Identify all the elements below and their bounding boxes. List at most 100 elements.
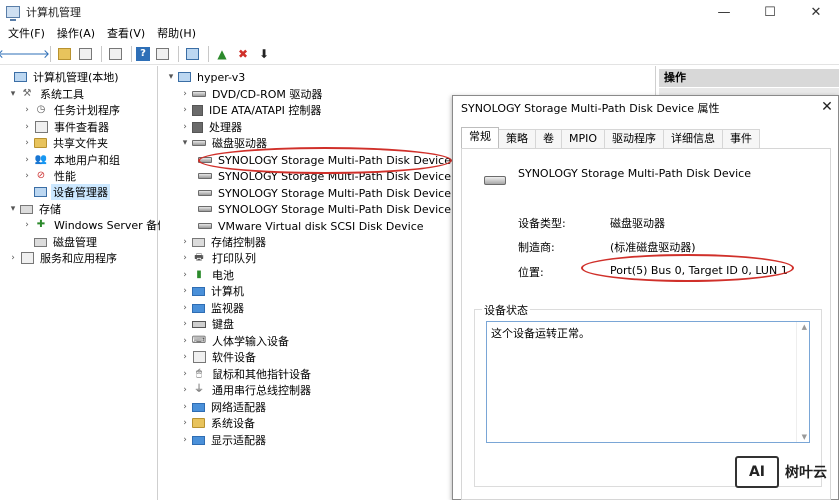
tree-expander[interactable]: › [180,385,190,395]
tree-item-storage[interactable]: ▾ 存储 [8,201,63,217]
device-category[interactable]: › 计算机 [180,283,246,299]
status-scrollbar[interactable] [796,322,809,442]
device-status-textbox[interactable]: 这个设备运转正常。 ▲ ▼ [486,321,810,443]
tab-mpio[interactable]: MPIO [561,129,606,148]
device-item[interactable]: SYNOLOGY Storage Multi-Path Disk Device [196,168,453,184]
tree-expander[interactable]: › [180,253,190,263]
device-category[interactable]: › 网络适配器 [180,399,268,415]
action-pane-icon[interactable] [153,45,171,63]
tree-item-windows-server-backup[interactable]: › ✚ Windows Server 备份 [22,217,170,233]
device-category[interactable]: › ⌨ 人体学输入设备 [180,333,291,349]
device-category[interactable]: › ⏚ 通用串行总线控制器 [180,382,313,398]
scroll-up-icon[interactable]: ▲ [802,323,807,331]
tree-item-performance[interactable]: › ⊘ 性能 [22,168,78,184]
device-item[interactable]: VMware Virtual disk SCSI Disk Device [196,218,426,234]
device-manager-icon [34,187,47,197]
tree-expander[interactable]: › [22,122,32,132]
tree-expander[interactable]: ▾ [8,89,18,99]
menu-file[interactable]: 文件(F) [0,24,51,43]
scan-hardware-icon[interactable] [183,45,201,63]
device-category[interactable]: › 软件设备 [180,349,258,365]
tree-item-label: Windows Server 备份 [54,219,169,232]
tree-expander[interactable]: › [180,336,190,346]
location-value: Port(5) Bus 0, Target ID 0, LUN 1 [610,264,788,277]
device-category[interactable]: › ▮ 电池 [180,267,236,283]
maximize-button[interactable]: ☐ [747,0,793,24]
up-folder-icon[interactable] [55,45,73,63]
tree-item-device-manager[interactable]: 设备管理器 [22,184,110,200]
tree-expander[interactable]: › [22,155,32,165]
tree-expander[interactable]: › [180,270,190,280]
device-category[interactable]: › DVD/CD-ROM 驱动器 [180,86,324,102]
tree-expander[interactable]: › [8,253,18,263]
device-category[interactable]: › 系统设备 [180,415,257,431]
device-category[interactable]: › 🖶 打印队列 [180,250,258,266]
tree-expander[interactable]: › [180,369,190,379]
tree-item-system-tools[interactable]: ▾ ⚒ 系统工具 [8,86,86,102]
properties-icon[interactable] [106,45,124,63]
update-driver-icon[interactable]: ▲ [213,45,231,63]
uninstall-icon[interactable]: ✖ [234,45,252,63]
tree-expander[interactable]: › [180,286,190,296]
tree-item-label: SYNOLOGY Storage Multi-Path Disk Device [218,153,451,167]
tree-expander[interactable]: ▾ [8,204,18,214]
tree-item-local-users[interactable]: › 👥 本地用户和组 [22,152,122,168]
device-category[interactable]: › 键盘 [180,316,236,332]
device-category[interactable]: › 处理器 [180,119,244,135]
tree-expander[interactable]: › [180,303,190,313]
tree-expander[interactable]: › [180,402,190,412]
scroll-down-icon[interactable]: ▼ [802,433,807,441]
tab-details[interactable]: 详细信息 [663,129,724,148]
tree-expander[interactable]: › [180,237,190,247]
device-item[interactable]: SYNOLOGY Storage Multi-Path Disk Device [196,152,453,168]
disable-device-icon[interactable]: ⬇ [255,45,273,63]
tree-item-services-apps[interactable]: › 服务和应用程序 [8,250,119,266]
tree-expander[interactable]: › [22,220,32,230]
tree-expander[interactable]: › [22,138,32,148]
tree-expander[interactable]: › [180,418,190,428]
tab-driver[interactable]: 驱动程序 [604,129,665,148]
tree-expander[interactable]: ▾ [166,72,176,82]
tree-expander[interactable]: › [180,435,190,445]
tree-item-task-scheduler[interactable]: › ◷ 任务计划程序 [22,102,122,118]
menu-view[interactable]: 查看(V) [101,24,151,43]
minimize-button[interactable]: — [701,0,747,24]
show-hide-tree-icon[interactable] [76,45,94,63]
tree-item-event-viewer[interactable]: › 事件查看器 [22,119,111,135]
computer-management-icon [6,6,20,21]
help-icon[interactable]: ? [136,46,150,61]
tab-volumes[interactable]: 卷 [535,129,562,148]
menu-action[interactable]: 操作(A) [51,24,101,43]
watermark-text: 树叶云 [785,465,827,481]
tree-expander[interactable]: ▾ [180,138,190,148]
tree-expander[interactable]: › [180,122,190,132]
tab-policy[interactable]: 策略 [498,129,536,148]
tree-expander[interactable]: › [22,171,32,181]
dialog-close-button[interactable]: ✕ [817,98,837,116]
tree-expander[interactable]: › [22,105,32,115]
tab-events[interactable]: 事件 [722,129,761,148]
menu-help[interactable]: 帮助(H) [151,24,202,43]
tree-expander[interactable]: › [180,89,190,99]
tab-general[interactable]: 常规 [461,127,499,148]
device-category[interactable]: › 🖱 鼠标和其他指针设备 [180,366,313,382]
toolbar-separator [178,45,179,62]
device-category[interactable]: ▾ 磁盘驱动器 [180,135,269,151]
tree-expander[interactable]: › [180,319,190,329]
tree-item-disk-management[interactable]: 磁盘管理 [22,234,99,250]
tree-expander[interactable]: › [180,352,190,362]
device-category[interactable]: › 显示适配器 [180,432,268,448]
tree-expander[interactable]: › [180,105,190,115]
close-button[interactable]: ✕ [793,0,839,24]
tree-item-computer-management[interactable]: 计算机管理(本地) [2,69,121,85]
device-tree-root[interactable]: ▾ hyper-v3 [166,69,247,85]
tree-item-label: 本地用户和组 [54,154,120,167]
device-item[interactable]: SYNOLOGY Storage Multi-Path Disk Device [196,201,453,217]
device-category[interactable]: › IDE ATA/ATAPI 控制器 [180,102,323,118]
forward-arrow-icon[interactable]: 🡒 [18,45,50,63]
device-category[interactable]: › 监视器 [180,300,246,316]
device-item[interactable]: SYNOLOGY Storage Multi-Path Disk Device [196,185,453,201]
tree-item-label: hyper-v3 [197,70,246,84]
device-category[interactable]: › 存储控制器 [180,234,268,250]
tree-item-shared-folders[interactable]: › 共享文件夹 [22,135,110,151]
